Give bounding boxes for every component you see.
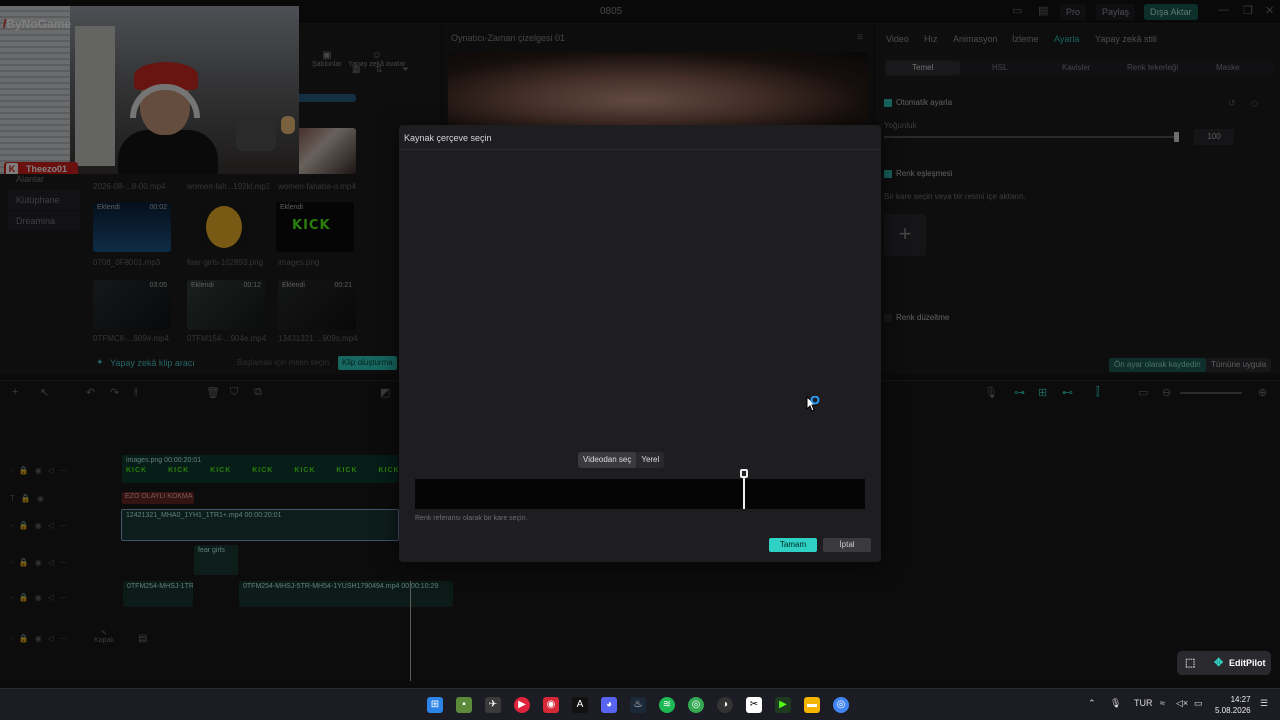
battery-icon[interactable]: ▭ [1194,698,1203,709]
media-player-icon[interactable]: ▶ [514,697,530,713]
capcut-icon[interactable]: ✂ [746,697,762,713]
mic-tray-icon[interactable]: 🎙 [1110,698,1121,709]
cursor-box-icon[interactable]: ⬚ [1185,656,1195,669]
dialog-hint: Renk referansı olarak bir kare seçin. [415,515,528,522]
ok-button[interactable]: Tamam [769,538,817,552]
chrome-alt-icon[interactable]: ◎ [833,697,849,713]
app-icon[interactable]: ✈ [485,697,501,713]
dialog-divider [399,149,881,150]
busy-cursor-icon [806,396,820,412]
windows-taskbar: ⊞ ▪ ✈ ▶ ◉ A ◕ ♨ ≋ ◎ ◑ ✂ ▶ ▬ ◎ ⌃ 🎙 TUR ≈ … [0,688,1280,720]
local-option[interactable]: Yerel [636,452,664,468]
steam-icon[interactable]: ♨ [630,697,646,713]
cancel-button[interactable]: İptal [823,538,871,552]
source-segmented-control: Videodan seç Yerel [578,452,665,468]
editpilot-logo-icon: ✥ [1214,657,1224,669]
notification-icon[interactable]: ☰ [1260,698,1268,709]
wifi-icon[interactable]: ≈ [1160,698,1165,708]
volume-icon[interactable]: ◁× [1176,698,1188,709]
obs-icon[interactable]: ◑ [717,697,733,713]
minecraft-icon[interactable]: ▪ [456,697,472,713]
file-explorer-icon[interactable]: ▬ [804,697,820,713]
discord-icon[interactable]: ◕ [601,697,617,713]
editpilot-label: EditPilot [1229,658,1266,668]
frame-strip[interactable] [415,479,865,509]
language-indicator[interactable]: TUR [1134,698,1153,708]
clock-time: 14:27 [1230,695,1251,704]
chrome-icon[interactable]: ◎ [688,697,704,713]
source-frame-dialog: Kaynak çerçeve seçin Videodan seç Yerel … [399,125,881,562]
chat-app-icon[interactable]: ◉ [543,697,559,713]
from-video-option[interactable]: Videodan seç [578,452,637,468]
clock-date: 5.08.2026 [1215,706,1251,715]
windows-start-icon[interactable]: ⊞ [427,697,443,713]
tray-expand-icon[interactable]: ⌃ [1088,698,1096,709]
spotify-icon[interactable]: ≋ [659,697,675,713]
clock[interactable]: 14:27 5.08.2026 [1215,694,1251,716]
editpilot-widget[interactable]: ⬚ ✥ EditPilot [1177,651,1271,675]
kick-app-icon[interactable]: ▶ [775,697,791,713]
frame-scrubber-handle[interactable] [740,469,748,478]
altium-icon[interactable]: A [572,697,588,713]
video-editor-app: 0805 ▭ ▤ Pro Paylaş Dışa Aktar — ❐ ✕ ▣ Ş… [0,0,1280,688]
dialog-title: Kaynak çerçeve seçin [404,133,492,143]
